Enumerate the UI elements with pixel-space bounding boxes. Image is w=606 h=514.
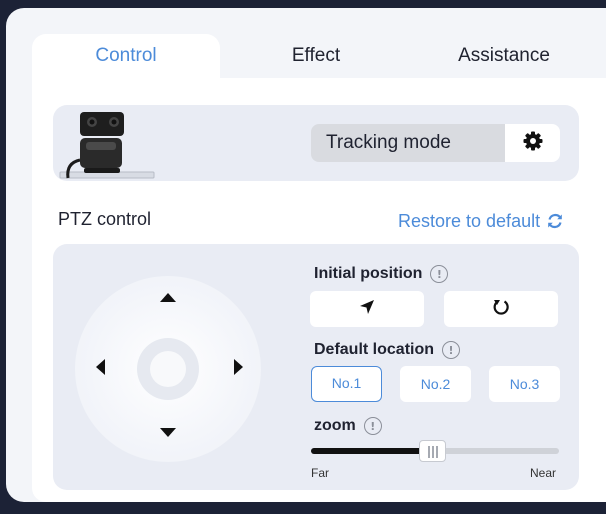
default-location-label: Default location ! [314,341,461,359]
initial-position-reset-button[interactable] [444,291,558,327]
info-icon[interactable]: ! [442,341,461,359]
tracking-settings-button[interactable] [505,124,560,162]
tab-effect[interactable]: Effect [222,34,410,78]
location-no1-button[interactable]: No.1 [311,366,382,402]
zoom-near-label: Near [530,466,557,480]
location-no3-button[interactable]: No.3 [489,366,560,402]
grip-line [432,446,434,458]
zoom-label: zoom ! [314,417,382,435]
reset-icon [491,297,511,322]
tracking-mode-button[interactable]: Tracking mode [311,124,505,162]
ptz-control-title: PTZ control [58,209,152,229]
initial-position-label: Initial position ! [314,265,449,283]
info-icon[interactable]: ! [430,265,449,283]
restore-default-label: Restore to default [398,210,541,231]
restore-default-button[interactable]: Restore to default [398,208,578,234]
zoom-text: zoom [314,417,356,434]
grip-line [436,446,438,458]
camera-image [59,112,155,179]
location-no2-button[interactable]: No.2 [400,366,471,402]
tab-assistance[interactable]: Assistance [410,34,598,78]
info-icon[interactable]: ! [363,417,382,435]
pan-left-arrow-icon[interactable] [96,359,105,375]
tab-control[interactable]: Control [32,34,220,78]
zoom-far-label: Far [311,466,329,480]
initial-position-text: Initial position [314,265,423,282]
zoom-slider-thumb[interactable] [419,440,447,462]
default-location-text: Default location [314,341,435,358]
pan-down-arrow-icon[interactable] [160,428,176,437]
refresh-icon [546,212,564,230]
joystick-center-knob[interactable] [150,351,186,387]
navigate-icon [357,297,377,322]
initial-position-go-button[interactable] [310,291,424,327]
grip-line [428,446,430,458]
zoom-slider-fill [311,448,433,454]
pan-up-arrow-icon[interactable] [160,293,176,302]
pan-right-arrow-icon[interactable] [234,359,243,375]
gear-icon [523,131,543,156]
tab-bar: Control Effect Assistance [32,34,606,78]
